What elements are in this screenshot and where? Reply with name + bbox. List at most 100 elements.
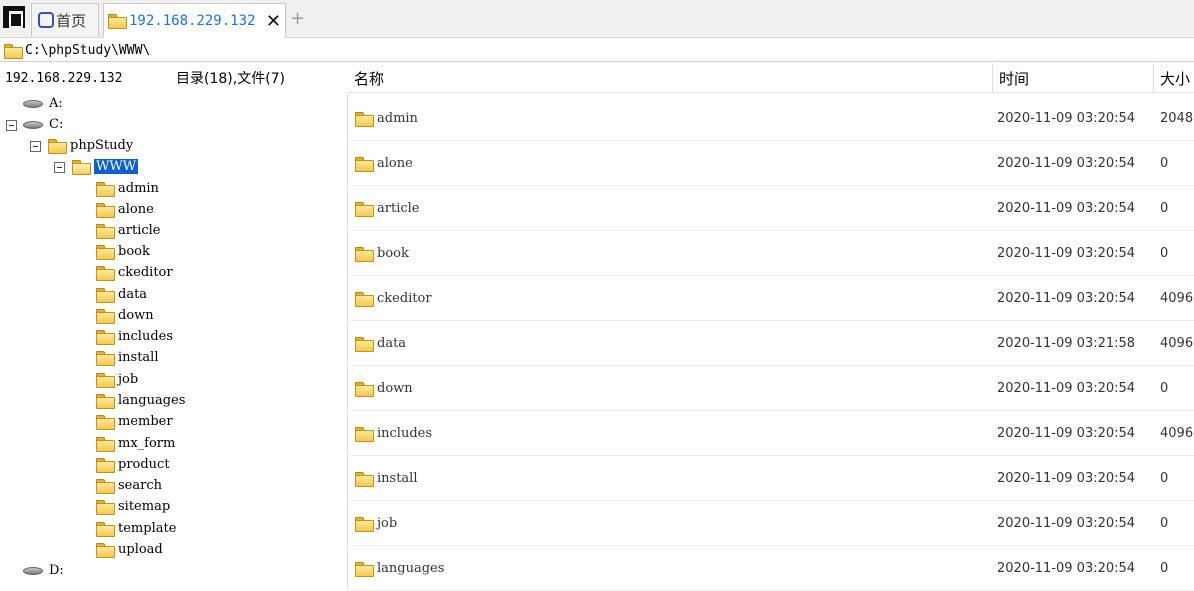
address-bar[interactable]: C:\phpStudy\WWW\ bbox=[0, 39, 1194, 62]
tree-folder-item[interactable]: search bbox=[96, 475, 162, 496]
folder-icon bbox=[355, 562, 374, 577]
file-time: 2020-11-09 03:20:54 bbox=[997, 426, 1136, 441]
tree-drive-a[interactable]: A: bbox=[23, 93, 63, 114]
home-icon bbox=[38, 12, 54, 28]
folder-icon bbox=[355, 292, 374, 307]
tree-folder-www-label: WWW bbox=[94, 159, 139, 174]
tree-folder-item[interactable]: install bbox=[96, 347, 159, 368]
tree-folder-item[interactable]: alone bbox=[96, 199, 154, 220]
tree-folder-www[interactable]: WWW bbox=[72, 156, 139, 177]
file-size: 0 bbox=[1160, 201, 1169, 216]
folder-icon bbox=[96, 500, 115, 515]
tree-folder-label: ckeditor bbox=[118, 265, 173, 280]
tree-folder-item[interactable]: template bbox=[96, 518, 176, 539]
file-time: 2020-11-09 03:21:58 bbox=[997, 336, 1136, 351]
file-row[interactable]: alone 2020-11-09 03:20:54 0 bbox=[349, 141, 1194, 186]
tree-folder-label: mx_form bbox=[118, 436, 176, 451]
column-header-name[interactable]: 名称 bbox=[354, 63, 384, 93]
tree-folder-label: languages bbox=[118, 393, 186, 408]
folder-icon bbox=[96, 245, 115, 260]
tree-drive-c[interactable]: C: bbox=[23, 114, 63, 135]
file-size: 0 bbox=[1160, 561, 1169, 576]
file-row[interactable]: down 2020-11-09 03:20:54 0 bbox=[349, 366, 1194, 411]
tree-folder-item[interactable]: admin bbox=[96, 178, 159, 199]
tree-folder-phpstudy-label: phpStudy bbox=[70, 138, 134, 153]
folder-icon bbox=[96, 309, 115, 324]
folder-icon bbox=[96, 543, 115, 558]
file-row[interactable]: admin 2020-11-09 03:20:54 20480 bbox=[349, 96, 1194, 141]
file-size: 0 bbox=[1160, 516, 1169, 531]
file-time: 2020-11-09 03:20:54 bbox=[997, 381, 1136, 396]
folder-icon bbox=[48, 139, 67, 154]
file-row[interactable]: languages 2020-11-09 03:20:54 0 bbox=[349, 546, 1194, 591]
tree-folder-item[interactable]: upload bbox=[96, 539, 163, 560]
tree-folder-label: admin bbox=[118, 181, 159, 196]
file-size: 0 bbox=[1160, 471, 1169, 486]
folder-icon bbox=[96, 203, 115, 218]
tree-folder-item[interactable]: languages bbox=[96, 390, 185, 411]
folder-icon bbox=[96, 266, 115, 281]
file-size: 0 bbox=[1160, 246, 1169, 261]
folder-icon bbox=[355, 337, 374, 352]
add-tab-icon[interactable]: + bbox=[290, 8, 305, 29]
tree-folder-phpstudy[interactable]: phpStudy bbox=[48, 135, 133, 156]
file-time: 2020-11-09 03:20:54 bbox=[997, 471, 1136, 486]
folder-icon bbox=[355, 517, 374, 532]
file-row[interactable]: book 2020-11-09 03:20:54 0 bbox=[349, 231, 1194, 276]
tree-drive-d[interactable]: D: bbox=[23, 560, 64, 581]
collapse-toggle-phpstudy[interactable] bbox=[30, 141, 41, 152]
close-tab-icon[interactable]: ✕ bbox=[266, 11, 281, 32]
folder-icon bbox=[96, 330, 115, 345]
folder-icon bbox=[96, 415, 115, 430]
tree-folder-item[interactable]: article bbox=[96, 220, 160, 241]
folder-icon bbox=[96, 182, 115, 197]
tab-home[interactable]: 首页 bbox=[31, 3, 99, 36]
tree-folder-item[interactable]: ckeditor bbox=[96, 262, 173, 283]
folder-icon bbox=[96, 458, 115, 473]
file-time: 2020-11-09 03:20:54 bbox=[997, 516, 1136, 531]
file-name: job bbox=[377, 516, 398, 531]
column-header-time[interactable]: 时间 bbox=[992, 63, 1029, 93]
tab-remote-host[interactable]: 192.168.229.132 ✕ bbox=[103, 3, 286, 38]
tree-folder-item[interactable]: includes bbox=[96, 326, 173, 347]
address-path[interactable]: C:\phpStudy\WWW\ bbox=[25, 43, 150, 58]
file-row[interactable]: job 2020-11-09 03:20:54 0 bbox=[349, 501, 1194, 546]
tree-folder-item[interactable]: product bbox=[96, 454, 170, 475]
folder-icon bbox=[96, 479, 115, 494]
column-header-size[interactable]: 大小 bbox=[1153, 63, 1190, 93]
folder-icon bbox=[96, 437, 115, 452]
file-size: 4096 bbox=[1160, 291, 1194, 306]
tree-folder-item[interactable]: mx_form bbox=[96, 433, 175, 454]
file-row[interactable]: includes 2020-11-09 03:20:54 4096 bbox=[349, 411, 1194, 456]
file-name: languages bbox=[377, 561, 445, 576]
file-size: 4096 bbox=[1160, 426, 1194, 441]
file-row[interactable]: article 2020-11-09 03:20:54 0 bbox=[349, 186, 1194, 231]
tree-folder-item[interactable]: sitemap bbox=[96, 496, 170, 517]
file-row[interactable]: ckeditor 2020-11-09 03:20:54 4096 bbox=[349, 276, 1194, 321]
item-counts: 目录(18),文件(7) bbox=[176, 71, 286, 87]
tree-folder-item[interactable]: book bbox=[96, 241, 150, 262]
folder-icon bbox=[355, 427, 374, 442]
collapse-toggle-www[interactable] bbox=[54, 162, 65, 173]
file-row[interactable]: install 2020-11-09 03:20:54 0 bbox=[349, 456, 1194, 501]
file-name: install bbox=[377, 471, 418, 486]
file-name: down bbox=[377, 381, 413, 396]
file-name: includes bbox=[377, 426, 433, 441]
file-name: ckeditor bbox=[377, 291, 432, 306]
tree-folder-label: sitemap bbox=[118, 499, 171, 514]
file-row[interactable]: data 2020-11-09 03:21:58 4096 bbox=[349, 321, 1194, 366]
tree-folder-item[interactable]: data bbox=[96, 284, 147, 305]
tree-folder-label: install bbox=[118, 350, 159, 365]
folder-icon bbox=[96, 394, 115, 409]
open-folder-icon bbox=[72, 160, 91, 175]
tree-folder-item[interactable]: down bbox=[96, 305, 154, 326]
tree-folder-label: template bbox=[118, 521, 177, 536]
tree-folder-item[interactable]: member bbox=[96, 411, 173, 432]
file-size: 20480 bbox=[1160, 111, 1194, 126]
folder-icon bbox=[4, 43, 23, 59]
tree-drive-a-label: A: bbox=[49, 96, 63, 111]
host-label: 192.168.229.132 bbox=[5, 70, 123, 86]
tree-folder-item[interactable]: job bbox=[96, 369, 138, 390]
tree-folder-label: job bbox=[118, 372, 139, 387]
collapse-toggle-c[interactable] bbox=[6, 120, 17, 131]
